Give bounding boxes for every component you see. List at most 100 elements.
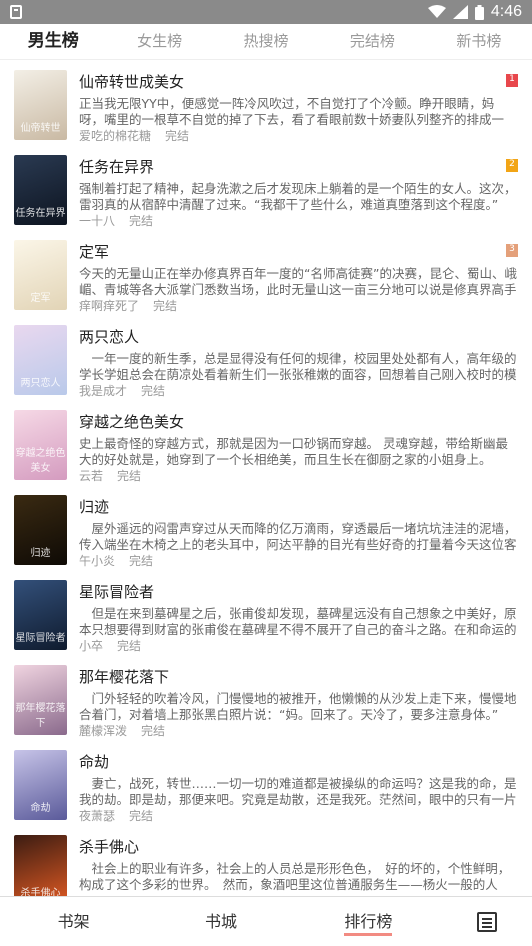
book-status: 完结 xyxy=(165,129,190,143)
book-status: 完结 xyxy=(129,809,154,823)
book-list-item[interactable]: 杀手佛心 杀手佛心 社会上的职业有许多，社会上的人员总是形形色色， 好的坏的，个性… xyxy=(0,825,532,896)
book-cover-image: 命劫 xyxy=(14,750,67,820)
book-info: 那年樱花落下 门外轻轻的吹着冷风，门慢慢地的被推开，他懒懒的从沙发上走下来，慢慢… xyxy=(79,665,518,740)
book-status: 完结 xyxy=(117,639,142,653)
book-list-item[interactable]: 命劫 命劫 妻亡，战死，转世……一切一切的难道都是被操纵的命运吗？这是我的命，是我… xyxy=(0,740,532,825)
book-author: 麓檬浑泼 xyxy=(79,724,128,738)
book-list-item[interactable]: 定军 定军 今天的无量山正在举办修真界百年一度的“名师高徒赛”的决赛，昆仑、蜀山、峨… xyxy=(0,230,532,315)
book-author: 夜萧瑟 xyxy=(79,809,116,823)
book-meta: 麓檬浑泼 完结 xyxy=(79,723,518,739)
book-description: 今天的无量山正在举办修真界百年一度的“名师高徒赛”的决赛，昆仑、蜀山、峨嵋、青城… xyxy=(79,266,517,297)
book-title: 定军 xyxy=(79,243,110,261)
sd-card-icon xyxy=(10,5,22,19)
nav-item-label: 排行榜 xyxy=(344,911,393,936)
book-cover-text: 任务在异界 xyxy=(15,208,66,219)
book-list-item[interactable]: 归迹 归迹 屋外遥远的闷雷声穿过从天而降的亿万滴雨，穿透最后一堵坑坑洼洼的泥墙，传… xyxy=(0,485,532,570)
book-cover-text: 两只恋人 xyxy=(20,378,61,389)
book-list-item[interactable]: 仙帝转世 仙帝转世成美女 正当我无限YY中，便感觉一阵冷风吹过，不自觉打了个冷颤。睁… xyxy=(0,60,532,145)
tab-0[interactable]: 男生榜 xyxy=(0,24,106,59)
tab-3[interactable]: 完结榜 xyxy=(319,24,425,59)
book-description: 史上最奇怪的穿越方式，那就是因为一口砂锅而穿越。 灵魂穿越，带给斯幽最大的好处就… xyxy=(79,436,508,467)
book-description: 屋外遥远的闷雷声穿过从天而降的亿万滴雨，穿透最后一堵坑坑洼洼的泥墙，传入端坐在木… xyxy=(79,521,517,552)
book-description: 一年一度的新生季，总是显得没有任何的规律，校园里处处都有人，高年级的学长学姐总会… xyxy=(79,351,517,382)
bottom-navigation: 书架 书城 排行榜 xyxy=(0,896,532,946)
book-meta: 小卒 完结 xyxy=(79,638,518,654)
book-info: 定军今天的无量山正在举办修真界百年一度的“名师高徒赛”的决赛，昆仑、蜀山、峨嵋、… xyxy=(79,240,518,315)
book-meta: 云若 完结 xyxy=(79,468,518,484)
book-cover-image: 星际冒险者 xyxy=(14,580,67,650)
rank-badge: 2 xyxy=(506,159,518,172)
book-list-item[interactable]: 星际冒险者 星际冒险者 但是在来到墓碑星之后，张甫俊却发现，墓碑星远没有自己想象之… xyxy=(0,570,532,655)
nav-item-2[interactable]: 排行榜 xyxy=(295,898,442,946)
tab-2[interactable]: 热搜榜 xyxy=(213,24,319,59)
rank-badge: 1 xyxy=(506,74,518,87)
nav-item-label: 书架 xyxy=(57,911,90,931)
nav-item-0[interactable]: 书架 xyxy=(0,898,147,946)
tab-1[interactable]: 女生榜 xyxy=(106,24,212,59)
book-info: 归迹 屋外遥远的闷雷声穿过从天而降的亿万滴雨，穿透最后一堵坑坑洼洼的泥墙，传入端… xyxy=(79,495,518,570)
book-status: 完结 xyxy=(141,724,166,738)
book-author: 云若 xyxy=(79,469,104,483)
book-cover-image: 任务在异界 xyxy=(14,155,67,225)
book-cover-text: 杀手佛心 xyxy=(20,888,61,896)
book-cover-image: 穿越之绝色美女 xyxy=(14,410,67,480)
book-cover-image: 两只恋人 xyxy=(14,325,67,395)
book-title: 任务在异界 xyxy=(79,158,155,176)
book-title: 穿越之绝色美女 xyxy=(79,413,185,431)
menu-button[interactable] xyxy=(442,911,532,932)
signal-icon xyxy=(452,5,468,19)
book-meta: 爱吃的棉花糖 完结 xyxy=(79,128,518,144)
book-meta: 午小炎 完结 xyxy=(79,553,518,569)
book-description: 门外轻轻的吹着冷风，门慢慢地的被推开，他懒懒的从沙发上走下来，慢慢地合着门，对着… xyxy=(79,691,517,722)
tab-4[interactable]: 新书榜 xyxy=(426,24,532,59)
book-title: 命劫 xyxy=(79,753,110,771)
status-bar: 4:46 xyxy=(0,0,532,24)
book-info: 杀手佛心 社会上的职业有许多，社会上的人员总是形形色色， 好的坏的，个性鲜明，构… xyxy=(79,835,518,896)
book-meta: 夜萧瑟 完结 xyxy=(79,808,518,824)
book-cover-image: 归迹 xyxy=(14,495,67,565)
book-info: 星际冒险者 但是在来到墓碑星之后，张甫俊却发现，墓碑星远没有自己想象之中美好，原… xyxy=(79,580,518,655)
book-meta: 痒啊痒死了 完结 xyxy=(79,298,518,314)
book-info: 仙帝转世成美女正当我无限YY中，便感觉一阵冷风吹过，不自觉打了个冷颤。睁开眼睛，… xyxy=(79,70,518,145)
book-title: 两只恋人 xyxy=(79,328,140,346)
book-status: 完结 xyxy=(129,214,154,228)
ranking-tabs: 男生榜 女生榜 热搜榜 完结榜 新书榜 xyxy=(0,24,532,60)
book-title: 仙帝转世成美女 xyxy=(79,73,185,91)
book-info: 任务在异界强制着打起了精神，起身洗漱之后才发现床上躺着的是一个陌生的女人。这次，… xyxy=(79,155,518,230)
book-cover-image: 那年樱花落下 xyxy=(14,665,67,735)
book-author: 爱吃的棉花糖 xyxy=(79,129,152,143)
book-list-item[interactable]: 任务在异界 任务在异界 强制着打起了精神，起身洗漱之后才发现床上躺着的是一个陌生的女… xyxy=(0,145,532,230)
book-list-item[interactable]: 那年樱花落下 那年樱花落下 门外轻轻的吹着冷风，门慢慢地的被推开，他懒懒的从沙发上… xyxy=(0,655,532,740)
book-cover-text: 定军 xyxy=(30,293,51,304)
book-description: 但是在来到墓碑星之后，张甫俊却发现，墓碑星远没有自己想象之中美好，原本只想要得到… xyxy=(79,606,517,637)
book-status: 完结 xyxy=(141,384,166,398)
book-title: 那年樱花落下 xyxy=(79,668,170,686)
book-status: 完结 xyxy=(117,469,142,483)
clock: 4:46 xyxy=(490,3,522,20)
book-info: 命劫 妻亡，战死，转世……一切一切的难道都是被操纵的命运吗？这是我的命，是我的劫… xyxy=(79,750,518,825)
book-author: 我是成才 xyxy=(79,384,128,398)
wifi-icon xyxy=(427,5,446,18)
book-author: 午小炎 xyxy=(79,554,116,568)
battery-icon xyxy=(474,4,484,20)
book-ranking-list: 仙帝转世 仙帝转世成美女 正当我无限YY中，便感觉一阵冷风吹过，不自觉打了个冷颤。睁… xyxy=(0,60,532,896)
nav-item-1[interactable]: 书城 xyxy=(147,898,294,946)
book-cover-image: 定军 xyxy=(14,240,67,310)
book-info: 两只恋人 一年一度的新生季，总是显得没有任何的规律，校园里处处都有人，高年级的学… xyxy=(79,325,518,400)
book-cover-image: 杀手佛心 xyxy=(14,835,67,896)
rank-badge: 3 xyxy=(506,244,518,257)
book-title: 星际冒险者 xyxy=(79,583,155,601)
menu-icon xyxy=(476,911,497,932)
book-title: 杀手佛心 xyxy=(79,838,140,856)
book-description: 强制着打起了精神，起身洗漱之后才发现床上躺着的是一个陌生的女人。这次，雷羽真的从… xyxy=(79,181,517,212)
book-cover-text: 星际冒险者 xyxy=(15,633,66,644)
book-cover-text: 命劫 xyxy=(30,803,51,814)
book-author: 小卒 xyxy=(79,639,104,653)
book-title: 归迹 xyxy=(79,498,110,516)
book-description: 正当我无限YY中，便感觉一阵冷风吹过，不自觉打了个冷颤。睁开眼睛，妈呀，嘴里的一… xyxy=(79,96,505,127)
book-list-item[interactable]: 两只恋人 两只恋人 一年一度的新生季，总是显得没有任何的规律，校园里处处都有人，高… xyxy=(0,315,532,400)
book-status: 完结 xyxy=(153,299,178,313)
book-list-item[interactable]: 穿越之绝色美女 穿越之绝色美女 史上最奇怪的穿越方式，那就是因为一口砂锅而穿越。 灵… xyxy=(0,400,532,485)
book-author: 痒啊痒死了 xyxy=(79,299,140,313)
book-info: 穿越之绝色美女史上最奇怪的穿越方式，那就是因为一口砂锅而穿越。 灵魂穿越，带给斯… xyxy=(79,410,518,485)
